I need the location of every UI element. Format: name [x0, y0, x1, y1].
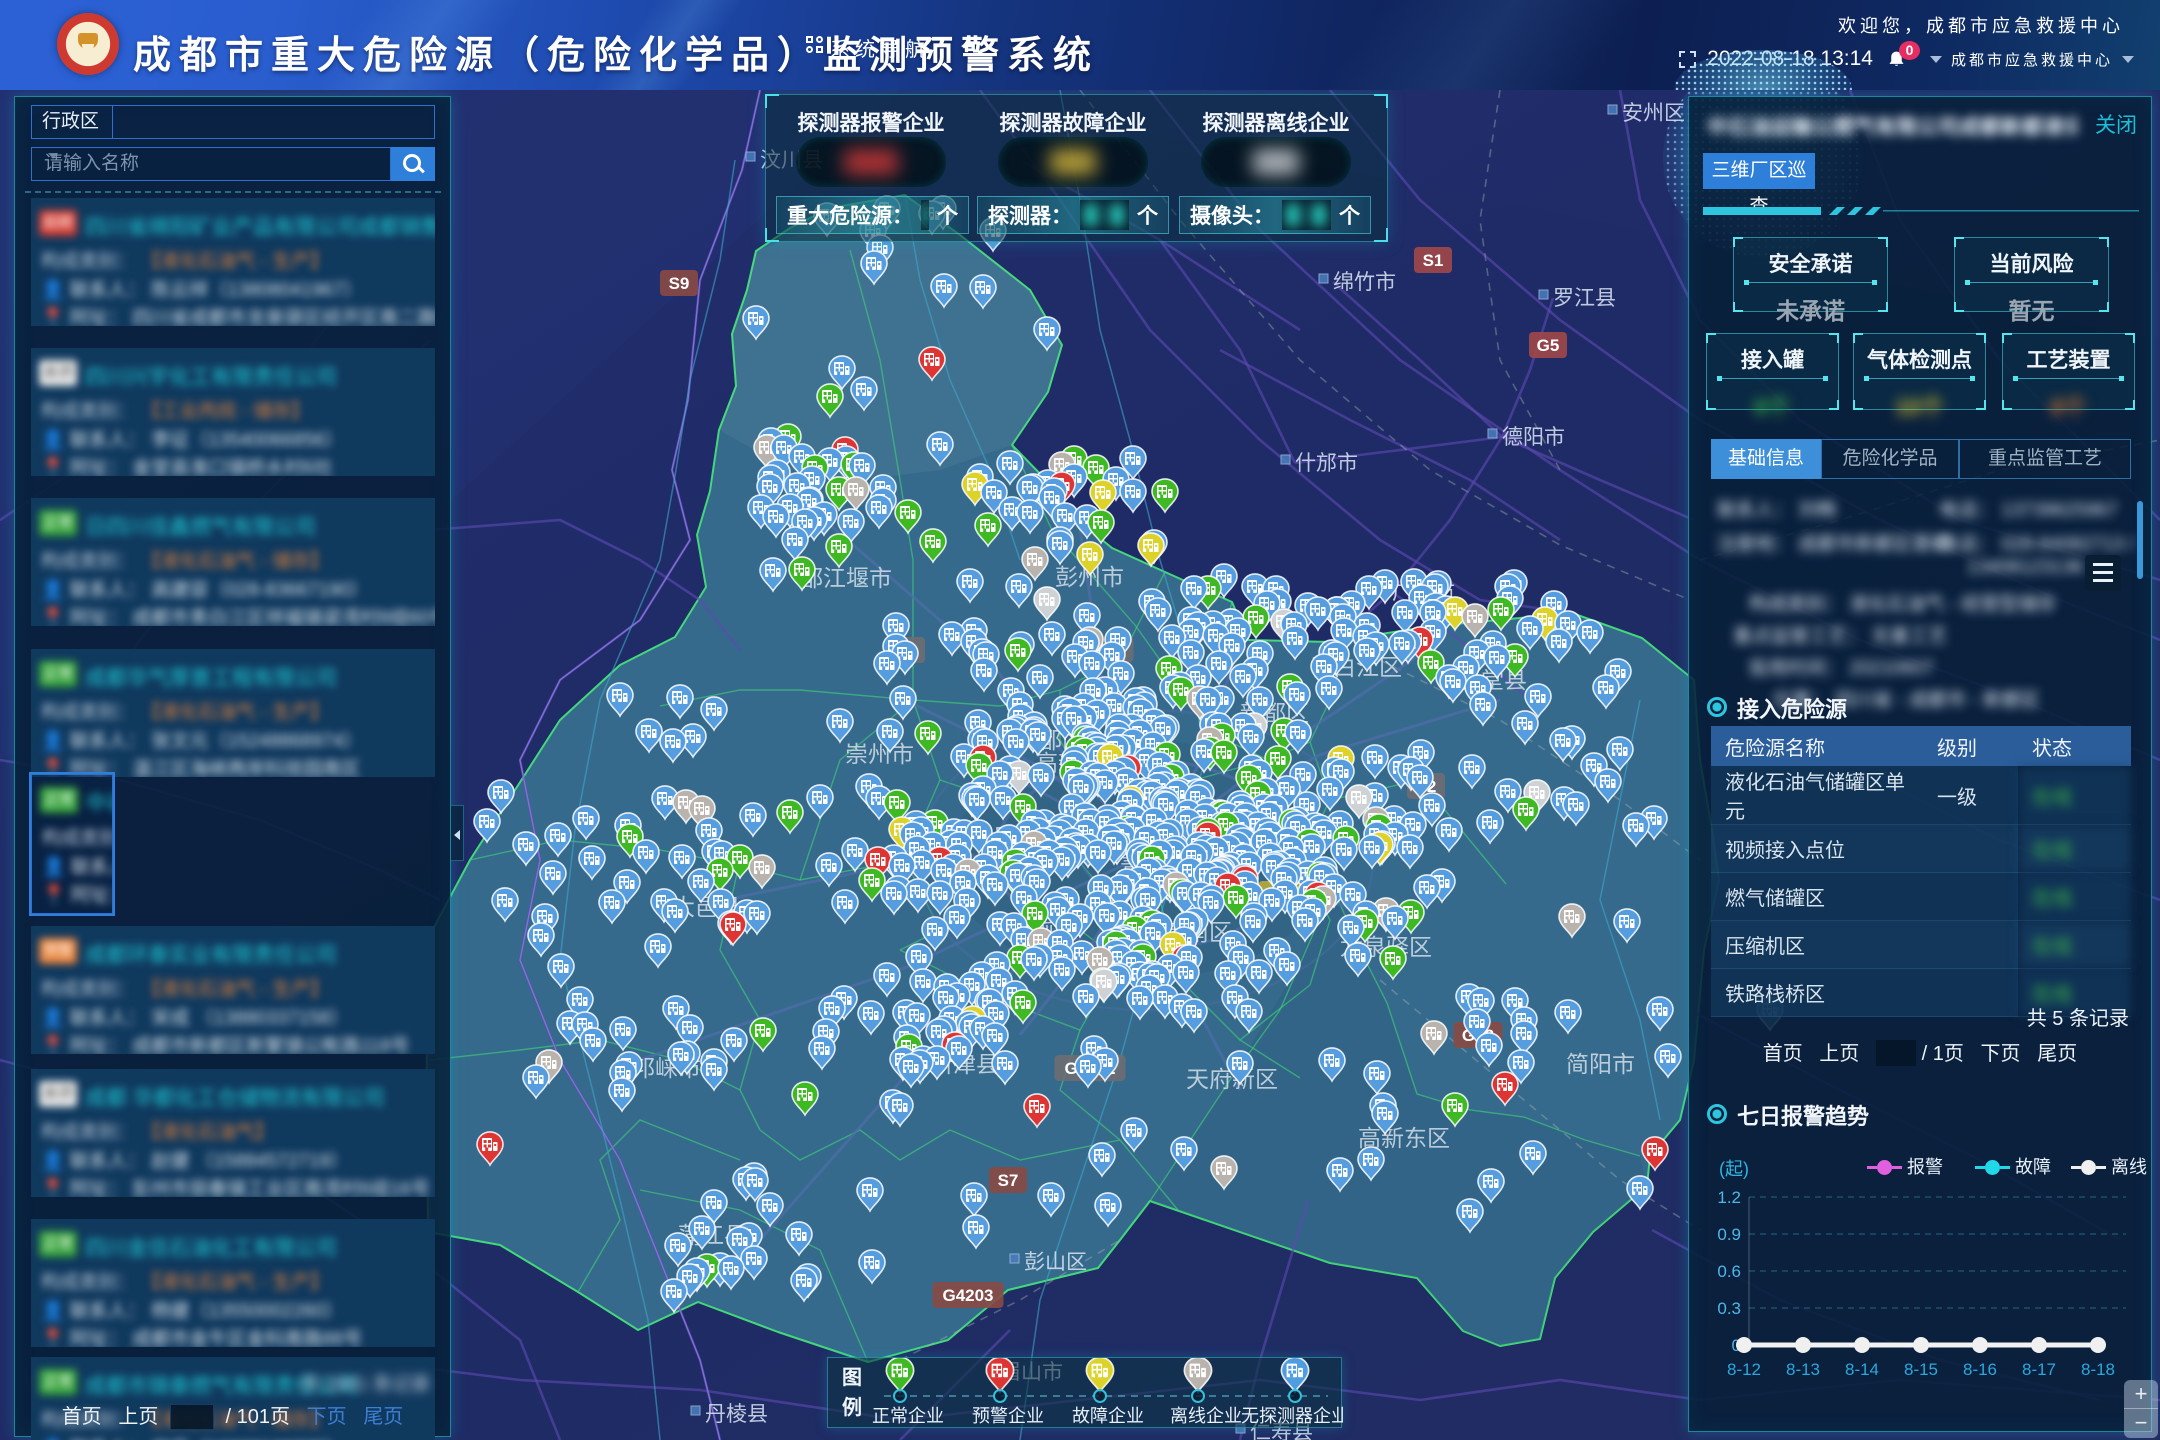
svg-text:绵竹市: 绵竹市 [1333, 271, 1396, 294]
svg-text:8-13: 8-13 [1786, 1360, 1820, 1379]
svg-text:S7: S7 [998, 1171, 1019, 1190]
svg-text:8-17: 8-17 [2022, 1360, 2056, 1379]
svg-text:S1: S1 [1423, 251, 1444, 270]
svg-text:1.2: 1.2 [1717, 1188, 1741, 1207]
svg-text:无探测器企业: 无探测器企业 [1241, 1406, 1343, 1426]
svg-text:预警企业: 预警企业 [972, 1406, 1044, 1426]
svg-text:丹棱县: 丹棱县 [705, 1403, 768, 1426]
svg-text:罗江县: 罗江县 [1553, 287, 1616, 310]
svg-text:8-16: 8-16 [1963, 1360, 1997, 1379]
svg-text:离线企业: 离线企业 [1170, 1406, 1242, 1426]
svg-text:G5: G5 [1537, 336, 1560, 355]
svg-text:0.9: 0.9 [1717, 1225, 1741, 1244]
svg-text:8-12: 8-12 [1727, 1360, 1761, 1379]
svg-text:安州区: 安州区 [1622, 102, 1685, 125]
svg-text:G4203: G4203 [942, 1286, 993, 1305]
svg-text:故障企业: 故障企业 [1072, 1406, 1144, 1426]
svg-text:(起): (起) [1719, 1159, 1749, 1179]
svg-text:崇州市: 崇州市 [845, 741, 914, 767]
svg-text:0.6: 0.6 [1717, 1262, 1741, 1281]
svg-text:简阳市: 简阳市 [1566, 1051, 1635, 1077]
svg-text:S9: S9 [669, 274, 690, 293]
svg-text:0.3: 0.3 [1717, 1299, 1741, 1318]
svg-text:彭山区: 彭山区 [1024, 1251, 1087, 1274]
svg-text:德阳市: 德阳市 [1502, 426, 1565, 449]
svg-text:8-14: 8-14 [1845, 1360, 1879, 1379]
svg-text:正常企业: 正常企业 [872, 1406, 944, 1426]
svg-text:8-18: 8-18 [2081, 1360, 2115, 1379]
svg-text:什邡市: 什邡市 [1295, 452, 1358, 475]
svg-text:8-15: 8-15 [1904, 1360, 1938, 1379]
